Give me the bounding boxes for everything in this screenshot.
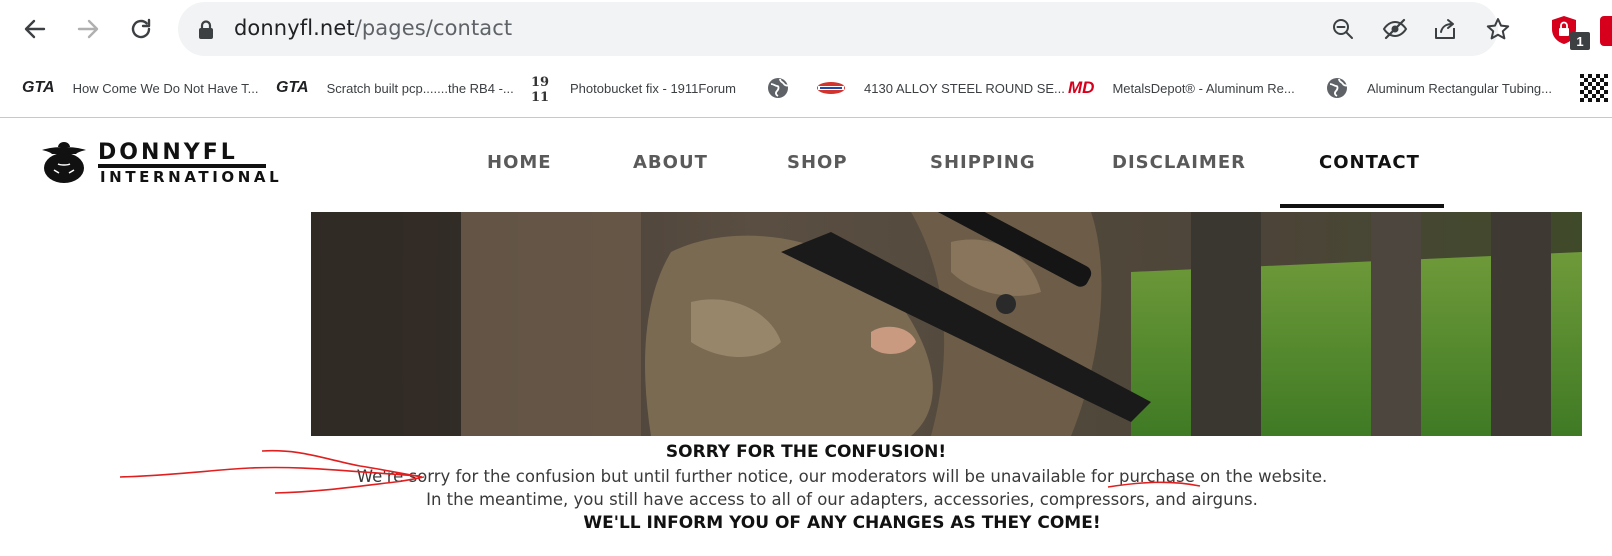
bookmark-item[interactable]: GTA How Come We Do Not Have T... bbox=[22, 76, 259, 100]
bookmark-item[interactable]: GTA Scratch built pcp.......the RB4 -... bbox=[276, 76, 514, 100]
notice-footer: WE'LL INFORM YOU OF ANY CHANGES AS THEY … bbox=[583, 513, 1101, 533]
bookmark-item[interactable]: MD MetalsDepot® - Aluminum Re... bbox=[1068, 76, 1295, 100]
address-bar[interactable]: donnyfl.net/pages/contact bbox=[178, 2, 1510, 56]
forward-arrow-icon bbox=[77, 19, 99, 39]
site-logo[interactable]: DONNYFL INTERNATIONAL bbox=[36, 140, 279, 186]
tracking-protection-button[interactable] bbox=[1382, 16, 1408, 42]
bookmark-item[interactable]: Aluminum Rectangular Tubing... bbox=[1325, 76, 1552, 100]
nav-about[interactable]: ABOUT bbox=[633, 152, 708, 173]
nav-shop[interactable]: SHOP bbox=[787, 152, 848, 173]
url-path: /pages/contact bbox=[354, 16, 513, 40]
back-button[interactable] bbox=[20, 14, 50, 44]
lock-icon[interactable] bbox=[198, 20, 214, 40]
logo-wordmark: DONNYFL bbox=[98, 140, 238, 165]
zoom-out-button[interactable] bbox=[1330, 16, 1356, 42]
notice-title: SORRY FOR THE CONFUSION! bbox=[665, 442, 947, 462]
url-text[interactable]: donnyfl.net/pages/contact bbox=[234, 16, 512, 40]
reload-button[interactable] bbox=[126, 14, 156, 44]
globe-icon bbox=[766, 76, 790, 100]
eye-slash-icon bbox=[1382, 18, 1408, 40]
share-button[interactable] bbox=[1433, 16, 1459, 42]
hero-banner-image bbox=[311, 212, 1582, 436]
bookmarks-bar: GTA How Come We Do Not Have T... GTA Scr… bbox=[0, 66, 1612, 110]
nav-contact[interactable]: CONTACT bbox=[1319, 152, 1420, 173]
samurai-logo-icon bbox=[42, 142, 86, 183]
nav-home[interactable]: HOME bbox=[487, 152, 552, 173]
gta-logo-icon: GTA bbox=[276, 79, 309, 96]
steel-logo-icon bbox=[816, 79, 846, 97]
nav-disclaimer[interactable]: DISCLAIMER bbox=[1112, 152, 1246, 173]
site-header: DONNYFL INTERNATIONAL HOME ABOUT SHOP SH… bbox=[0, 118, 1612, 212]
svg-text:19: 19 bbox=[531, 75, 549, 90]
share-icon bbox=[1435, 19, 1455, 39]
star-icon bbox=[1486, 18, 1510, 40]
bookmark-label: How Come We Do Not Have T... bbox=[72, 80, 259, 96]
bookmark-label: Aluminum Rectangular Tubing... bbox=[1367, 80, 1552, 96]
bookmark-label: 4130 ALLOY STEEL ROUND SE... bbox=[864, 80, 1065, 96]
notice-line-1: We're sorry for the confusion but until … bbox=[356, 467, 1328, 486]
bookmark-item[interactable] bbox=[1580, 74, 1612, 102]
extension-badge: 1 bbox=[1570, 32, 1590, 50]
bookmark-item[interactable] bbox=[766, 76, 790, 100]
extension-edge-icon[interactable] bbox=[1600, 16, 1612, 46]
reload-icon bbox=[131, 18, 151, 39]
bookmark-item[interactable]: 4130 ALLOY STEEL ROUND SE... bbox=[816, 76, 1065, 100]
checkered-icon bbox=[1580, 74, 1608, 102]
gta-logo-icon: GTA bbox=[22, 79, 55, 96]
active-nav-indicator bbox=[1280, 204, 1444, 208]
back-arrow-icon bbox=[24, 19, 46, 39]
bookmark-label: Photobucket fix - 1911Forum bbox=[570, 80, 736, 96]
logo-subtitle: INTERNATIONAL bbox=[100, 168, 283, 186]
1911-logo-icon: 19 11 bbox=[530, 73, 552, 103]
bookmark-label: MetalsDepot® - Aluminum Re... bbox=[1112, 80, 1295, 96]
bookmark-label: Scratch built pcp.......the RB4 -... bbox=[326, 80, 514, 96]
notice-line-2: In the meantime, you still have access t… bbox=[426, 490, 1258, 509]
browser-toolbar: donnyfl.net/pages/contact 1 bbox=[0, 0, 1612, 58]
forward-button[interactable] bbox=[73, 14, 103, 44]
url-domain: donnyfl.net bbox=[234, 16, 355, 40]
nav-shipping[interactable]: SHIPPING bbox=[930, 152, 1036, 173]
bookmark-item[interactable]: 19 11 Photobucket fix - 1911Forum bbox=[530, 73, 736, 103]
md-logo-icon: MD bbox=[1068, 78, 1095, 97]
zoom-out-icon bbox=[1333, 19, 1353, 39]
svg-text:11: 11 bbox=[531, 90, 549, 103]
globe-icon bbox=[1325, 76, 1349, 100]
bookmark-star-button[interactable] bbox=[1485, 16, 1511, 42]
